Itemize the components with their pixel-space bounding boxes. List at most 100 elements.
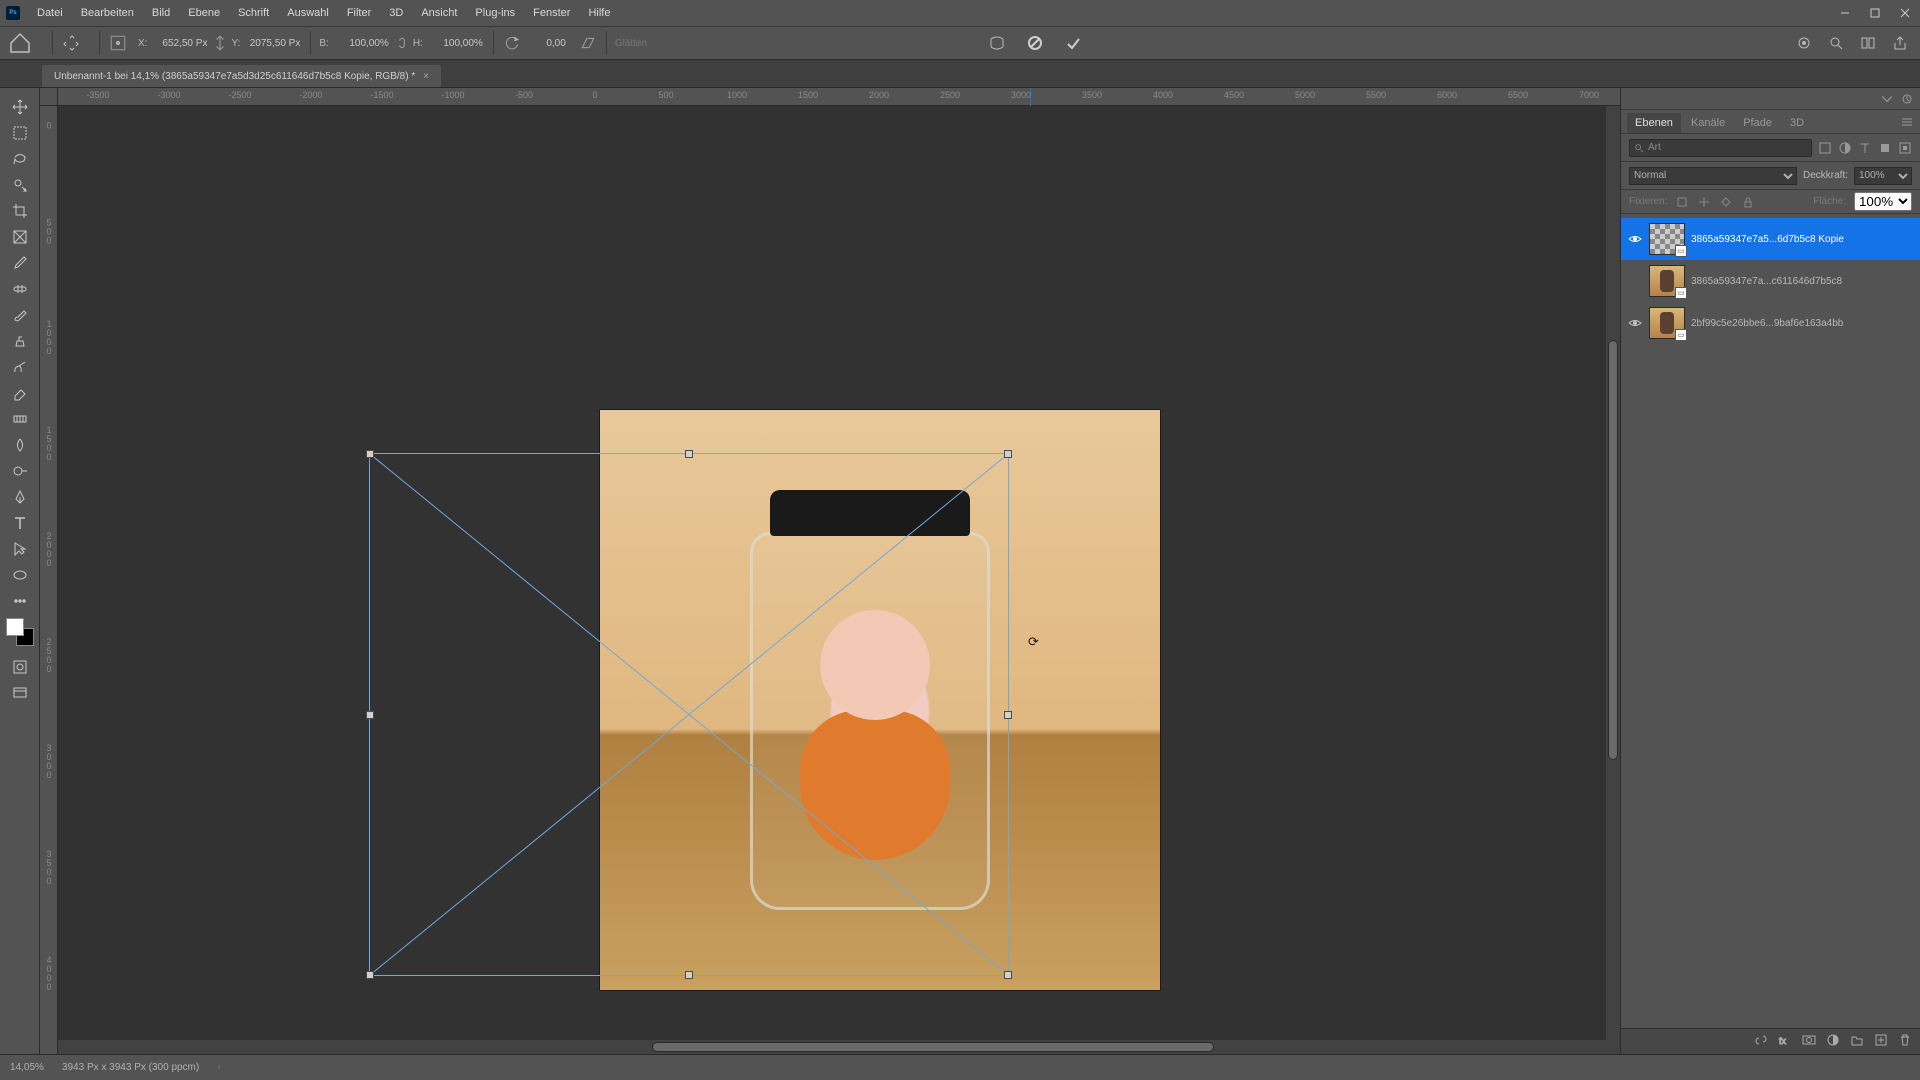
layer-mask-icon[interactable] <box>1802 1033 1816 1050</box>
history-brush-tool[interactable] <box>4 354 36 380</box>
layer-row[interactable]: ▭3865a59347e7a...c611646d7b5c8 <box>1621 260 1920 302</box>
menu-3d[interactable]: 3D <box>380 0 412 26</box>
horizontal-ruler[interactable]: -3500-3000-2500-2000-1500-1000-500050010… <box>58 88 1620 106</box>
filter-smart-icon[interactable] <box>1898 141 1912 155</box>
link-layers-icon[interactable] <box>1754 1033 1768 1050</box>
filter-shape-icon[interactable] <box>1878 141 1892 155</box>
transform-handle-tr[interactable] <box>1004 450 1012 458</box>
document-tab[interactable]: Unbenannt-1 bei 14,1% (3865a59347e7a5d3d… <box>42 65 441 87</box>
layer-row[interactable]: ▭2bf99c5e26bbe6...9baf6e163a4bb <box>1621 302 1920 344</box>
lock-all-icon[interactable] <box>1741 195 1755 209</box>
frame-tool[interactable] <box>4 224 36 250</box>
menu-bild[interactable]: Bild <box>143 0 179 26</box>
lock-pixels-icon[interactable] <box>1675 195 1689 209</box>
tab-3d[interactable]: 3D <box>1782 113 1812 133</box>
antialiasing-label[interactable]: Glätten <box>615 38 647 49</box>
menu-bearbeiten[interactable]: Bearbeiten <box>72 0 143 26</box>
blend-mode-dropdown[interactable]: Normal <box>1629 167 1797 185</box>
healing-brush-tool[interactable] <box>4 276 36 302</box>
layer-row[interactable]: ▭3865a59347e7a5...6d7b5c8 Kopie <box>1621 218 1920 260</box>
menu-datei[interactable]: Datei <box>28 0 72 26</box>
layer-visibility-icon[interactable] <box>1627 315 1643 331</box>
menu-fenster[interactable]: Fenster <box>524 0 579 26</box>
menu-plug-ins[interactable]: Plug-ins <box>466 0 524 26</box>
filter-pixel-icon[interactable] <box>1818 141 1832 155</box>
opacity-dropdown[interactable]: 100% <box>1854 167 1912 185</box>
layer-fx-icon[interactable]: fx <box>1778 1033 1792 1050</box>
close-tab-icon[interactable]: × <box>423 71 429 82</box>
lock-artboard-icon[interactable] <box>1719 195 1733 209</box>
filter-adjust-icon[interactable] <box>1838 141 1852 155</box>
doc-dimensions[interactable]: 3943 Px x 3943 Px (300 ppcm) <box>62 1062 199 1073</box>
foreground-color-swatch[interactable] <box>6 618 24 636</box>
transform-tool-icon[interactable] <box>61 33 81 53</box>
cloud-docs-icon[interactable] <box>1794 33 1814 53</box>
zoom-readout[interactable]: 14,05% <box>10 1062 44 1073</box>
transform-handle-br[interactable] <box>1004 971 1012 979</box>
share-icon[interactable] <box>1890 33 1910 53</box>
color-swatches[interactable] <box>6 618 34 646</box>
layer-filter-search[interactable]: Art <box>1629 139 1812 157</box>
blur-tool[interactable] <box>4 432 36 458</box>
new-layer-icon[interactable] <box>1874 1033 1888 1050</box>
horizontal-scrollbar[interactable] <box>58 1040 1620 1054</box>
collapse-dock-icon[interactable] <box>1880 92 1894 106</box>
fill-dropdown[interactable]: 100% <box>1854 192 1912 211</box>
delete-layer-icon[interactable] <box>1898 1033 1912 1050</box>
h-input[interactable] <box>427 34 485 52</box>
transform-handle-bl[interactable] <box>366 971 374 979</box>
clone-stamp-tool[interactable] <box>4 328 36 354</box>
move-tool[interactable] <box>4 94 36 120</box>
gradient-tool[interactable] <box>4 406 36 432</box>
arrange-docs-icon[interactable] <box>1858 33 1878 53</box>
lasso-tool[interactable] <box>4 146 36 172</box>
path-select-tool[interactable] <box>4 536 36 562</box>
lock-position-icon[interactable] <box>1697 195 1711 209</box>
w-input[interactable] <box>333 34 391 52</box>
cancel-transform-icon[interactable] <box>1025 33 1045 53</box>
search-icon[interactable] <box>1826 33 1846 53</box>
transform-handle-ml[interactable] <box>366 711 374 719</box>
tab-layers[interactable]: Ebenen <box>1627 113 1681 133</box>
canvas-stage[interactable]: ⟳ <box>58 106 1620 1054</box>
marquee-tool[interactable] <box>4 120 36 146</box>
layer-name-label[interactable]: 3865a59347e7a5...6d7b5c8 Kopie <box>1691 234 1914 245</box>
transform-handle-bc[interactable] <box>685 971 693 979</box>
menu-schrift[interactable]: Schrift <box>229 0 278 26</box>
menu-ebene[interactable]: Ebene <box>179 0 229 26</box>
screen-mode-icon[interactable] <box>4 680 36 706</box>
layer-visibility-icon[interactable] <box>1627 231 1643 247</box>
quick-select-tool[interactable] <box>4 172 36 198</box>
menu-hilfe[interactable]: Hilfe <box>579 0 619 26</box>
home-icon[interactable] <box>8 31 32 55</box>
group-layers-icon[interactable] <box>1850 1033 1864 1050</box>
commit-transform-icon[interactable] <box>1063 33 1083 53</box>
transform-handle-tc[interactable] <box>685 450 693 458</box>
swap-xy-icon[interactable] <box>213 33 227 53</box>
reference-point-icon[interactable] <box>108 33 128 53</box>
transform-handle-mr[interactable] <box>1004 711 1012 719</box>
type-tool[interactable] <box>4 510 36 536</box>
brush-tool[interactable] <box>4 302 36 328</box>
eyedropper-tool[interactable] <box>4 250 36 276</box>
tab-channels[interactable]: Kanäle <box>1683 113 1733 133</box>
quick-mask-icon[interactable] <box>4 654 36 680</box>
warp-icon[interactable] <box>987 33 1007 53</box>
panel-menu-icon[interactable] <box>1900 115 1914 129</box>
dodge-tool[interactable] <box>4 458 36 484</box>
layer-visibility-icon[interactable] <box>1627 273 1643 289</box>
more-tools-icon[interactable] <box>4 588 36 614</box>
rotation-input[interactable] <box>526 34 568 52</box>
y-input[interactable] <box>244 34 302 52</box>
pen-tool[interactable] <box>4 484 36 510</box>
layer-name-label[interactable]: 3865a59347e7a...c611646d7b5c8 <box>1691 276 1914 287</box>
link-wh-icon[interactable] <box>395 33 409 53</box>
layer-name-label[interactable]: 2bf99c5e26bbe6...9baf6e163a4bb <box>1691 318 1914 329</box>
close-button[interactable] <box>1890 0 1920 26</box>
x-input[interactable] <box>151 34 209 52</box>
skew-h-icon[interactable] <box>578 33 598 53</box>
minimize-button[interactable] <box>1830 0 1860 26</box>
menu-filter[interactable]: Filter <box>338 0 380 26</box>
crop-tool[interactable] <box>4 198 36 224</box>
properties-collapsed-icon[interactable] <box>1900 92 1914 106</box>
